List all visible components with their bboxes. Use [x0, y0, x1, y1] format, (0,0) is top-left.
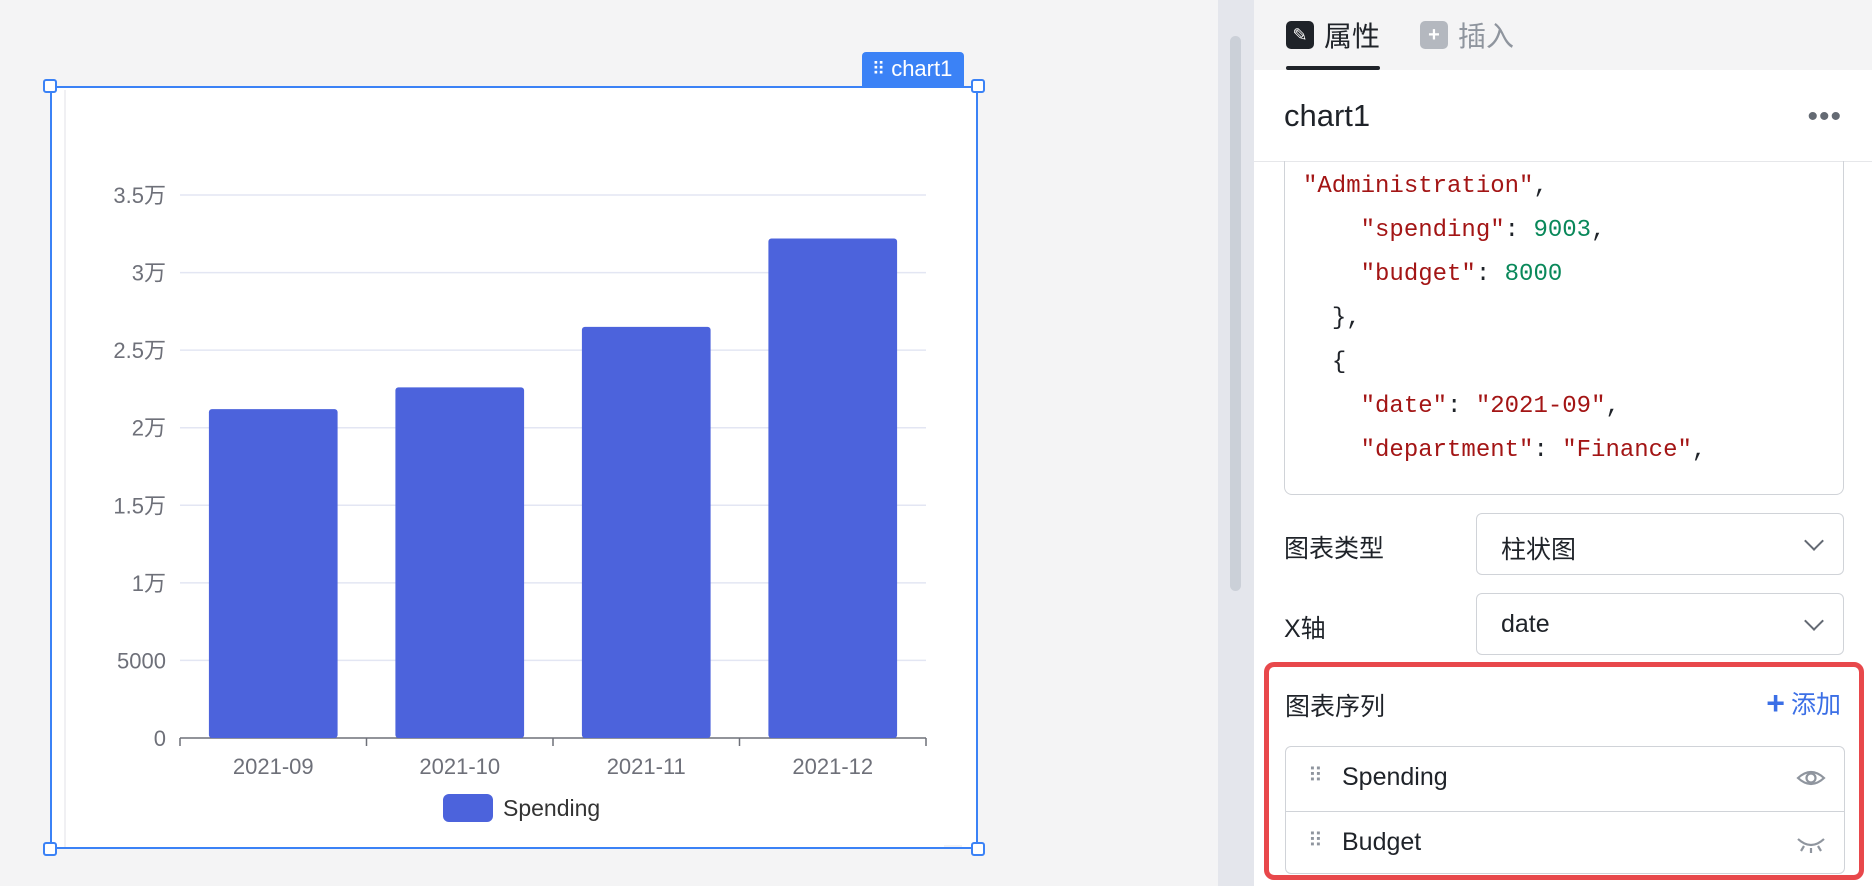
code-line: "spending": 9003, — [1303, 217, 1606, 244]
series-name: Spending — [1342, 763, 1448, 791]
y-tick-label: 3.5万 — [113, 183, 166, 208]
x-axis-value: date — [1501, 610, 1550, 638]
code-line: }, — [1303, 305, 1361, 332]
tab-label: 插入 — [1458, 21, 1515, 52]
chevron-down-icon — [1804, 531, 1824, 551]
drag-handle-icon[interactable]: ⠿ — [1308, 763, 1323, 788]
component-tag-label: chart1 — [891, 56, 953, 81]
code-token: , — [1691, 437, 1707, 464]
chart-series-section: 图表序列 + 添加 ⠿ Spending ⠿ Budget — [1264, 662, 1864, 880]
resize-handle-bottom-left[interactable] — [43, 842, 57, 856]
canvas-scrollbar[interactable] — [1218, 0, 1254, 886]
y-tick-label: 0 — [154, 726, 166, 751]
legend-swatch-spending — [443, 794, 493, 822]
y-tick-label: 2.5万 — [113, 338, 166, 363]
insert-icon: + — [1420, 21, 1448, 49]
tab-properties[interactable]: ✎ 属性 — [1286, 12, 1381, 70]
add-series-button[interactable]: + 添加 — [1766, 685, 1841, 721]
y-tick-label: 1.5万 — [113, 493, 166, 518]
x-axis-label: X轴 — [1284, 615, 1326, 643]
code-line: "date": "2021-09", — [1303, 393, 1620, 420]
eye-closed-icon[interactable] — [1796, 830, 1826, 856]
code-token: "spending" — [1360, 217, 1505, 244]
tab-label: 属性 — [1324, 21, 1381, 52]
x-tick-label: 2021-09 — [233, 754, 314, 779]
code-token: : — [1475, 261, 1505, 288]
more-options-icon[interactable]: ••• — [1807, 100, 1842, 134]
x-tick-label: 2021-11 — [607, 754, 686, 779]
code-token: 9003 — [1533, 217, 1592, 244]
code-token: { — [1331, 349, 1347, 376]
legend-label-spending: Spending — [503, 795, 600, 821]
code-token: "Administration" — [1303, 173, 1534, 200]
chart-component[interactable]: 0 5000 1万 1.5万 2万 2.5万 3万 3.5万 2021-09 2021-10 202… — [50, 86, 978, 849]
resize-handle-bottom-right[interactable] — [971, 842, 985, 856]
bar-2021-09 — [208, 409, 338, 738]
chart-type-label: 图表类型 — [1284, 535, 1385, 563]
chart-type-row: 图表类型 柱状图 — [1284, 513, 1844, 575]
x-axis-row: X轴 date — [1284, 593, 1844, 655]
bar-2021-12 — [768, 238, 898, 738]
resize-handle-top-left[interactable] — [43, 79, 57, 93]
code-token: , — [1605, 393, 1620, 420]
add-series-label: 添加 — [1790, 691, 1841, 719]
series-item-budget[interactable]: ⠿ Budget — [1286, 811, 1844, 873]
code-token: "Finance" — [1562, 437, 1692, 464]
property-panel: ✎ 属性 + 插入 chart1 ••• "Administration", "… — [1254, 0, 1872, 886]
code-token: : — [1447, 393, 1476, 420]
series-name: Budget — [1342, 828, 1422, 856]
data-code-editor[interactable]: "Administration", "spending": 9003, "bud… — [1284, 161, 1844, 495]
series-list: ⠿ Spending ⠿ Budget — [1285, 746, 1845, 874]
eye-open-icon[interactable] — [1796, 765, 1826, 791]
panel-tabs: ✎ 属性 + 插入 — [1254, 0, 1872, 70]
series-section-title: 图表序列 — [1285, 693, 1386, 721]
y-tick-label: 2万 — [132, 416, 166, 441]
y-tick-label: 5000 — [117, 648, 166, 673]
properties-icon: ✎ — [1286, 21, 1314, 49]
y-tick-label: 1万 — [132, 571, 166, 596]
plus-icon: + — [1766, 685, 1785, 721]
chevron-down-icon — [1804, 611, 1824, 631]
code-token: 8000 — [1504, 261, 1563, 288]
series-item-spending[interactable]: ⠿ Spending — [1286, 747, 1844, 810]
code-line: "department": "Finance", — [1303, 437, 1707, 464]
code-token: "department" — [1360, 437, 1534, 464]
code-token: "2021-09" — [1475, 393, 1606, 420]
bar-chart: 0 5000 1万 1.5万 2万 2.5万 3万 3.5万 2021-09 2021-10 202… — [113, 183, 927, 822]
component-name[interactable]: chart1 — [1284, 98, 1370, 134]
x-tick-label: 2021-12 — [792, 754, 873, 779]
code-token: : — [1533, 437, 1563, 464]
x-axis-select[interactable]: date — [1476, 593, 1844, 655]
chart-area: 0 5000 1万 1.5万 2万 2.5万 3万 3.5万 2021-09 2021-10 202… — [66, 90, 964, 845]
code-token: , — [1533, 173, 1548, 200]
code-line: { — [1303, 349, 1346, 376]
editor-canvas: ⠿ chart1 0 5000 1万 1.5万 2万 2.5万 3万 3.5万 2021-09 2… — [0, 0, 1218, 886]
component-tag[interactable]: ⠿ chart1 — [862, 52, 965, 86]
code-line: "Administration", — [1303, 173, 1548, 200]
bar-2021-11 — [581, 326, 711, 738]
code-token: "date" — [1360, 393, 1448, 420]
code-line: "budget": 8000 — [1303, 261, 1563, 288]
drag-handle-icon[interactable]: ⠿ — [1308, 828, 1323, 853]
scrollbar-thumb[interactable] — [1230, 36, 1241, 591]
resize-handle-top-right[interactable] — [971, 79, 985, 93]
bar-2021-10 — [395, 387, 525, 738]
drag-handle-icon[interactable]: ⠿ — [872, 52, 885, 86]
code-token: : — [1504, 217, 1534, 244]
code-token: }, — [1331, 305, 1361, 332]
chart-type-select[interactable]: 柱状图 — [1476, 513, 1844, 575]
chart-type-value: 柱状图 — [1501, 536, 1577, 564]
code-token: , — [1591, 217, 1606, 244]
component-header: chart1 ••• — [1254, 70, 1872, 162]
code-token: "budget" — [1360, 261, 1476, 288]
x-tick-label: 2021-10 — [419, 754, 500, 779]
tab-insert[interactable]: + 插入 — [1420, 12, 1514, 58]
y-tick-label: 3万 — [132, 261, 166, 286]
